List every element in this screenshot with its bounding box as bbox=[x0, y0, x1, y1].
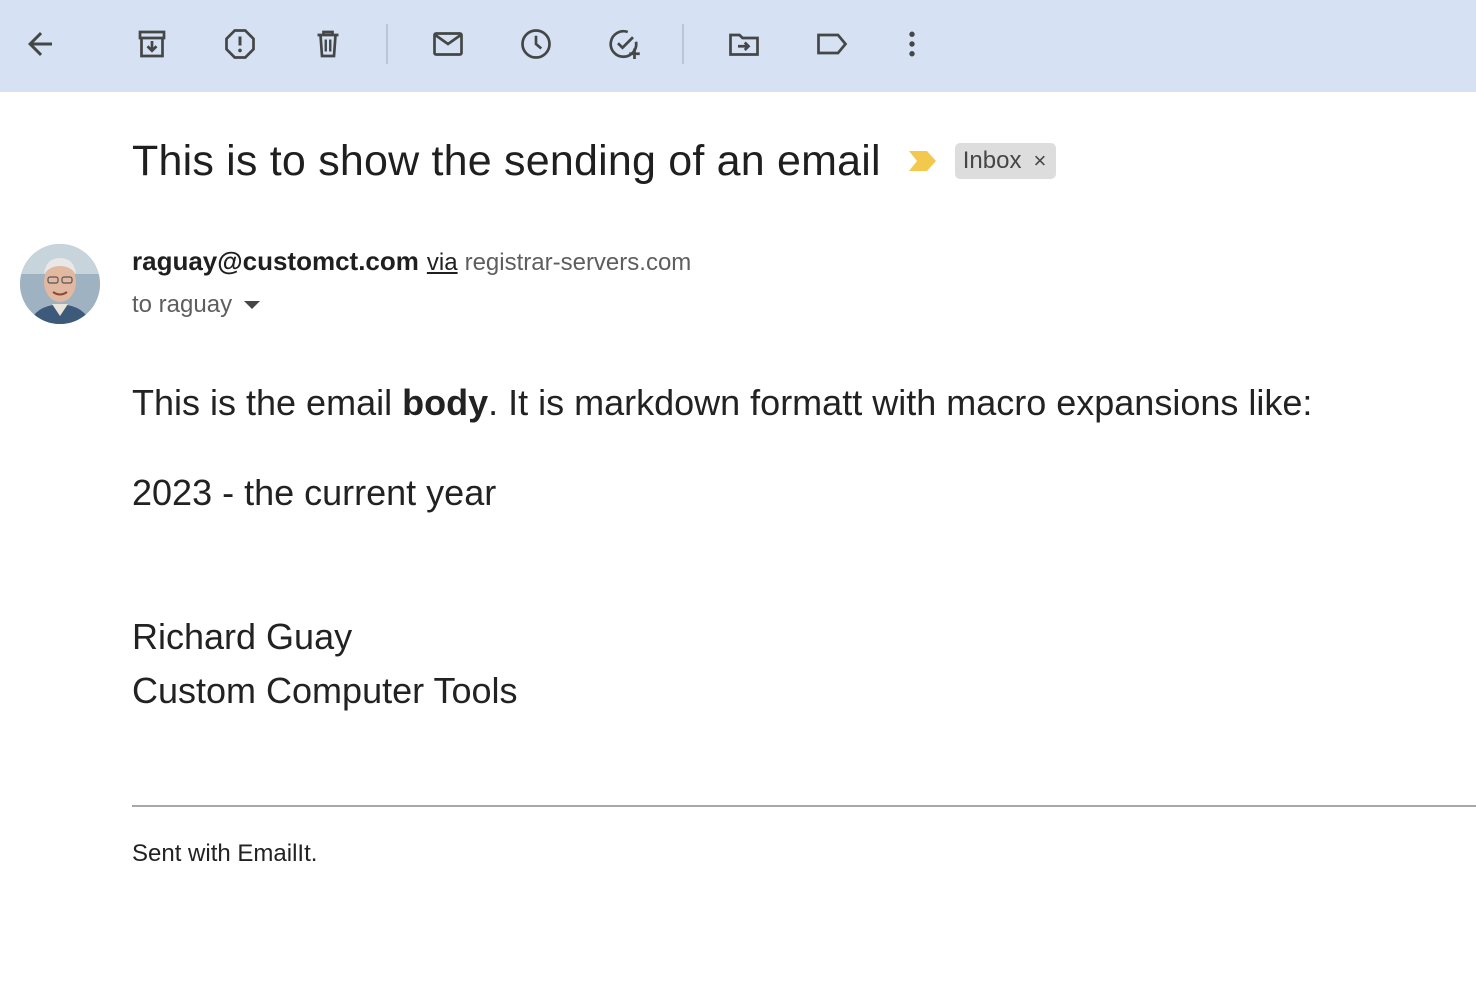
toolbar-divider bbox=[386, 24, 388, 64]
recipient-line: to raguay bbox=[132, 288, 261, 322]
trash-icon bbox=[317, 30, 339, 58]
label-icon bbox=[817, 33, 848, 55]
subject-row: This is to show the sending of an email … bbox=[132, 134, 1057, 188]
body-year-line: 2023 - the current year bbox=[132, 472, 497, 513]
signature-divider bbox=[132, 805, 1476, 807]
signature-name: Richard Guay bbox=[132, 616, 353, 657]
via-link[interactable]: via bbox=[427, 249, 458, 277]
signature-company: Custom Computer Tools bbox=[132, 670, 518, 711]
labels-button[interactable] bbox=[808, 20, 856, 68]
footer-text: Sent with EmailIt. bbox=[132, 840, 318, 867]
body-paragraph: This is the email body. It is markdown f… bbox=[132, 382, 1312, 424]
body-text-end: . It is markdown formatt with macro expa… bbox=[488, 382, 1313, 423]
importance-marker-icon[interactable] bbox=[907, 149, 937, 173]
back-button[interactable] bbox=[16, 20, 64, 68]
delete-button[interactable] bbox=[304, 20, 352, 68]
add-to-tasks-button[interactable] bbox=[600, 20, 648, 68]
archive-button[interactable] bbox=[128, 20, 176, 68]
toolbar-divider bbox=[682, 24, 684, 64]
body-bold-text: body bbox=[402, 382, 489, 423]
email-subject: This is to show the sending of an email bbox=[132, 136, 881, 185]
remove-label-icon[interactable]: × bbox=[1033, 150, 1046, 172]
inbox-label-chip: Inbox × bbox=[954, 143, 1057, 179]
more-options-button[interactable] bbox=[888, 20, 936, 68]
show-details-dropdown-icon[interactable] bbox=[244, 301, 261, 309]
sender-avatar[interactable] bbox=[20, 244, 100, 324]
sender-email[interactable]: raguay@customct.com bbox=[132, 246, 419, 277]
report-spam-icon bbox=[225, 29, 255, 59]
clock-icon bbox=[521, 29, 551, 59]
recipient-text: to raguay bbox=[132, 291, 233, 318]
archive-icon bbox=[138, 30, 166, 58]
snooze-button[interactable] bbox=[512, 20, 560, 68]
via-domain: registrar-servers.com bbox=[464, 249, 692, 276]
arrow-left-icon bbox=[28, 32, 52, 56]
body-text-start: This is the email bbox=[132, 382, 403, 423]
report-spam-button[interactable] bbox=[216, 20, 264, 68]
more-vertical-icon bbox=[909, 31, 915, 57]
label-chip-text: Inbox bbox=[962, 147, 1022, 174]
move-to-button[interactable] bbox=[720, 20, 768, 68]
mark-unread-button[interactable] bbox=[424, 20, 472, 68]
sender-line: raguay@customct.com via registrar-server… bbox=[132, 246, 691, 282]
move-folder-icon bbox=[729, 33, 759, 56]
message-toolbar bbox=[0, 0, 1476, 92]
envelope-icon bbox=[433, 32, 463, 56]
add-task-icon bbox=[609, 29, 640, 59]
